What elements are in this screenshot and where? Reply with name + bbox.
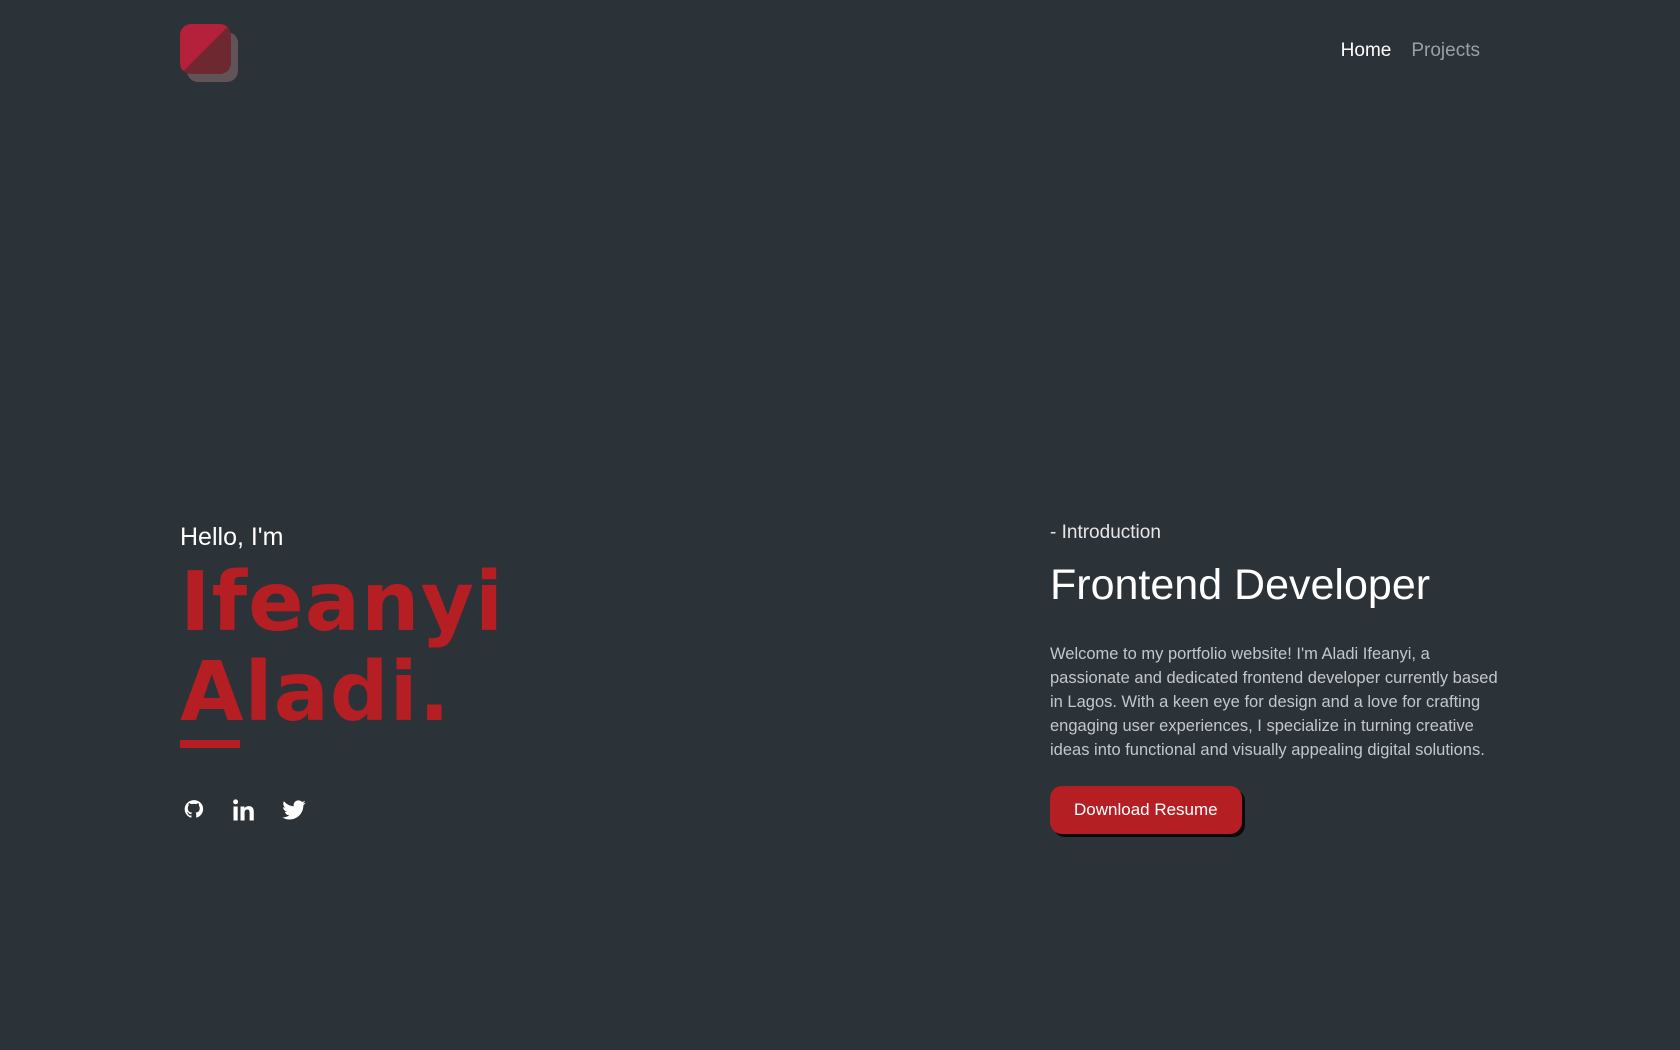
intro-section: - Introduction Frontend Developer Welcom… [1050,520,1510,834]
first-name: Ifeanyi [180,555,505,650]
social-links [180,796,504,824]
hero-name-section: Hello, I'm Ifeanyi Aladi. [180,520,504,824]
nav-projects-link[interactable]: Projects [1411,40,1480,62]
hero-name: Ifeanyi Aladi. [180,558,504,738]
github-icon[interactable] [180,796,208,824]
linkedin-icon[interactable] [230,796,258,824]
portfolio-page: Home Projects Hello, I'm Ifeanyi Aladi. [0,0,1680,1050]
nav-home-link[interactable]: Home [1341,40,1392,62]
main-nav: Home Projects [1341,40,1480,62]
name-underline [180,740,240,748]
twitter-icon[interactable] [280,796,308,824]
bio-text: Welcome to my portfolio website! I'm Ala… [1050,645,1498,759]
logo-shape [180,24,231,74]
intro-label: - Introduction [1050,522,1161,543]
greeting-text: Hello, I'm [180,523,284,551]
site-logo[interactable] [180,24,240,82]
download-resume-button[interactable]: Download Resume [1050,786,1242,834]
role-title: Frontend Developer [1050,561,1431,609]
last-name: Aladi. [180,645,451,740]
